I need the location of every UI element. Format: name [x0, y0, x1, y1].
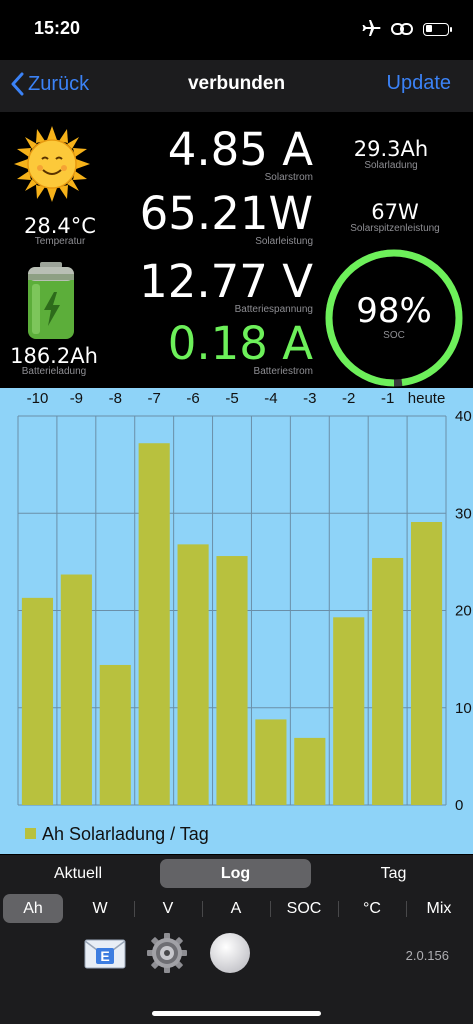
x-tick-label: -10 [27, 390, 49, 407]
chart-bar [138, 443, 170, 805]
solar-charge-chart: -10 -9 -8 -7 -6 -5 -4 -3 -2 -1 heute 0 10 20 30 40 Ah … [17, 390, 472, 844]
tab-unit-mix[interactable]: Mix [408, 894, 470, 923]
x-tick-label: -3 [303, 390, 316, 407]
battery-voltage-widget: 12.77 V Batteriespannung [139, 259, 313, 315]
tab-unit-celsius[interactable]: °C [340, 894, 404, 923]
tab-unit-ah[interactable]: Ah [3, 894, 63, 923]
gear-icon[interactable] [146, 932, 188, 974]
y-tick-label: 30 [455, 505, 472, 522]
tab-unit-w[interactable]: W [68, 894, 132, 923]
temperature-value: 28.4°C [24, 214, 96, 238]
tab-aktuell[interactable]: Aktuell [4, 859, 152, 888]
y-tick-label: 20 [455, 603, 472, 620]
record-button-icon[interactable] [209, 932, 251, 974]
x-tick-label: -8 [109, 390, 122, 407]
x-tick-label: -6 [186, 390, 199, 407]
tab-unit-v[interactable]: V [136, 894, 200, 923]
chart-bar [216, 556, 248, 805]
temperature-label: Temperatur [34, 236, 86, 247]
tab-tag[interactable]: Tag [318, 859, 469, 888]
x-tick-label: -4 [264, 390, 277, 407]
battery-charge-widget: 186.2Ah Batterieladung [4, 346, 104, 377]
divider [270, 901, 271, 917]
divider [406, 901, 407, 917]
legend-label: Ah Solarladung / Tag [42, 824, 209, 844]
solar-current-widget: 4.85 A Solarstrom [168, 127, 313, 183]
unit-segmented-control: Ah W V A SOC °C Mix [0, 892, 473, 926]
navigation-bar: Zurück verbunden Update [0, 60, 473, 112]
soc-value: 98% [356, 291, 432, 331]
battery-icon [423, 22, 452, 36]
x-tick-label: heute [408, 390, 446, 407]
link-icon [391, 23, 413, 35]
solar-peak-power-widget: 67W Solarspitzenleistung [335, 202, 455, 234]
airplane-icon [362, 20, 381, 36]
x-tick-label: -1 [381, 390, 394, 407]
solar-power-value: 65.21W [139, 187, 313, 240]
chart-bar [372, 557, 404, 805]
home-indicator [152, 1011, 321, 1016]
chart-bar [410, 522, 443, 805]
solar-charge-value: 29.3Ah [353, 137, 429, 161]
battery-charge-icon [28, 262, 74, 339]
chart-bar [99, 664, 131, 805]
chart-bar [294, 737, 326, 805]
bottom-toolbar: E 2.0.156 [0, 926, 473, 1024]
solar-peak-power-label: Solarspitzenleistung [350, 223, 440, 234]
solar-current-value: 4.85 A [167, 123, 313, 176]
status-time: 15:20 [34, 18, 81, 38]
y-tick-label: 0 [455, 797, 463, 814]
tab-unit-a[interactable]: A [204, 894, 268, 923]
solar-charge-widget: 29.3Ah Solarladung [341, 139, 441, 171]
solar-peak-power-value: 67W [371, 200, 419, 224]
x-tick-label: -9 [70, 390, 83, 407]
dashboard: 28.4°C Temperatur 186.2Ah Batterieladung… [0, 112, 473, 388]
x-tick-label: -5 [225, 390, 238, 407]
status-bar: 15:20 [0, 0, 473, 60]
temperature-widget: 28.4°C Temperatur [16, 216, 104, 247]
battery-charge-label: Batterieladung [21, 366, 87, 377]
y-tick-label: 10 [455, 700, 472, 717]
status-icons [361, 20, 452, 38]
chart-bar [60, 574, 92, 805]
legend-swatch [25, 828, 36, 839]
chart-bar [177, 544, 209, 805]
app-version: 2.0.156 [405, 948, 449, 963]
chart-bar [21, 597, 54, 805]
solar-power-widget: 65.21W Solarleistung [140, 191, 313, 247]
x-tick-label: -7 [148, 390, 161, 407]
tab-log[interactable]: Log [160, 859, 311, 888]
divider [202, 901, 203, 917]
chart-bar [333, 617, 365, 805]
battery-current-widget: 0.18 A Batteriestrom [168, 321, 313, 377]
soc-label: SOC [383, 330, 405, 341]
view-segmented-control: Aktuell Log Tag [0, 855, 473, 892]
soc-gauge: 98% SOC [322, 246, 466, 390]
battery-charge-value: 186.2Ah [10, 344, 98, 368]
chart-bar [255, 719, 287, 805]
update-button[interactable]: Update [387, 72, 452, 95]
battery-voltage-value: 12.77 V [139, 255, 313, 308]
mail-icon[interactable]: E [84, 938, 126, 970]
solar-charge-label: Solarladung [364, 160, 418, 171]
tab-unit-soc[interactable]: SOC [272, 894, 336, 923]
sun-icon [14, 126, 90, 202]
mail-badge-letter: E [100, 948, 109, 964]
x-tick-label: -2 [342, 390, 355, 407]
divider [338, 901, 339, 917]
battery-current-value: 0.18 A [167, 317, 313, 370]
y-tick-label: 40 [455, 408, 472, 425]
divider [134, 901, 135, 917]
